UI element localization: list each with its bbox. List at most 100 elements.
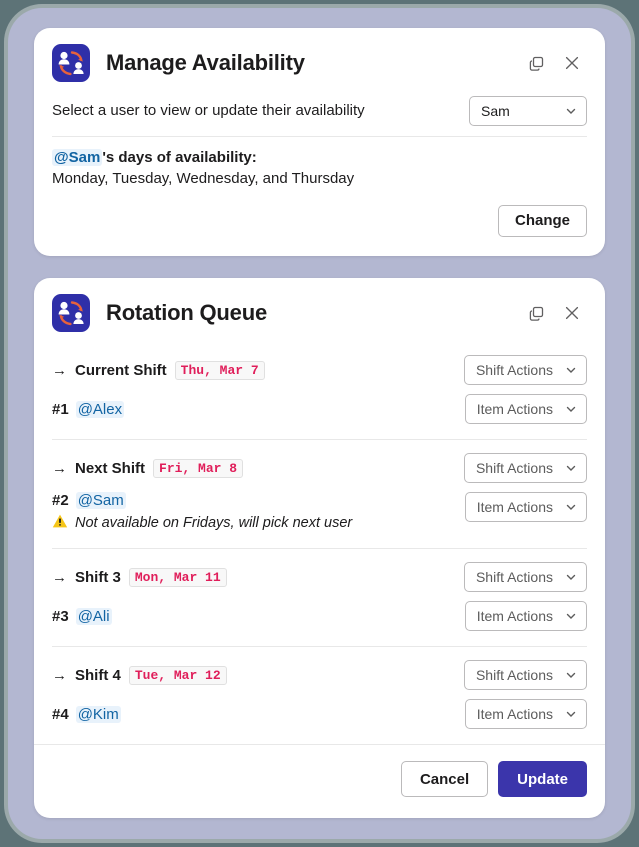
shift-actions-label: Shift Actions — [475, 460, 553, 476]
item-actions-label: Item Actions — [476, 401, 553, 417]
change-button[interactable]: Change — [497, 204, 587, 237]
shift-name: Next Shift — [75, 459, 146, 477]
copy-icon[interactable] — [525, 302, 547, 324]
chevron-down-icon — [565, 403, 577, 415]
queue-item: #2 @Sam — [52, 492, 352, 509]
manage-availability-dialog: Manage Availability Select a user to vie… — [34, 28, 605, 256]
shift-title: → Next Shift Fri, Mar 8 — [52, 458, 244, 478]
user-select[interactable]: Sam — [469, 96, 587, 126]
availability-warning-note: Not available on Fridays, will pick next… — [52, 513, 352, 533]
queue-item-user[interactable]: @Alex — [75, 400, 125, 418]
availability-summary-suffix: 's days of availability: — [102, 149, 257, 166]
queue-item-row: #1 @Alex Item Actions — [52, 394, 587, 424]
chevron-down-icon — [565, 105, 577, 117]
chevron-down-icon — [565, 571, 577, 583]
queue-item-user[interactable]: @Kim — [75, 705, 121, 723]
shift-block: → Shift 4 Tue, Mar 12 Shift Actions #4 @… — [52, 647, 587, 729]
arrow-right-icon: → — [52, 361, 67, 379]
availability-summary-line: @Sam's days of availability: — [52, 149, 587, 166]
shift-name: Shift 4 — [75, 666, 121, 684]
warning-icon — [52, 513, 68, 533]
warning-note-text: Not available on Fridays, will pick next… — [75, 515, 353, 531]
shift-block: → Current Shift Thu, Mar 7 Shift Actions… — [52, 342, 587, 440]
user-select-value: Sam — [481, 103, 510, 119]
shift-date-badge: Fri, Mar 8 — [153, 458, 244, 478]
rotation-app-icon — [52, 44, 90, 82]
shift-row: → Shift 3 Mon, Mar 11 Shift Actions — [52, 562, 587, 592]
shift-date-badge: Mon, Mar 11 — [128, 567, 227, 587]
item-actions-select[interactable]: Item Actions — [464, 601, 587, 631]
shift-title: → Shift 3 Mon, Mar 11 — [52, 567, 227, 587]
queue-item-row: #4 @Kim Item Actions — [52, 699, 587, 729]
queue-item-user[interactable]: @Sam — [75, 492, 126, 509]
availability-body: Select a user to view or update their av… — [34, 92, 605, 237]
arrow-right-icon: → — [52, 459, 67, 477]
page-title: Rotation Queue — [106, 299, 267, 325]
queue-item: #1 @Alex — [52, 400, 125, 418]
shift-row: → Current Shift Thu, Mar 7 Shift Actions — [52, 355, 587, 385]
update-button[interactable]: Update — [498, 761, 587, 797]
availability-days: Monday, Tuesday, Wednesday, and Thursday — [52, 170, 355, 187]
user-select-row: Select a user to view or update their av… — [52, 92, 587, 126]
rotation-app-icon — [52, 294, 90, 332]
select-user-prompt: Select a user to view or update their av… — [52, 102, 365, 120]
availability-header: Manage Availability — [34, 28, 605, 92]
item-actions-select[interactable]: Item Actions — [464, 699, 587, 729]
shift-date-badge: Thu, Mar 7 — [174, 360, 265, 380]
queue-item-user[interactable]: @Ali — [75, 607, 112, 625]
page-title: Manage Availability — [106, 49, 305, 75]
chevron-down-icon — [565, 364, 577, 376]
shift-name: Shift 3 — [75, 568, 121, 586]
queue-item: #4 @Kim — [52, 705, 121, 723]
close-icon[interactable] — [561, 52, 583, 74]
item-actions-select[interactable]: Item Actions — [464, 394, 587, 424]
rotation-header-actions — [525, 302, 583, 324]
chevron-down-icon — [565, 610, 577, 622]
shift-actions-select[interactable]: Shift Actions — [463, 453, 587, 483]
page-frame: Manage Availability Select a user to vie… — [8, 8, 631, 839]
shift-name: Current Shift — [75, 361, 167, 379]
chevron-down-icon — [565, 708, 577, 720]
availability-header-actions — [525, 52, 583, 74]
queue-item-number: #2 — [52, 492, 69, 509]
queue-item-row: #3 @Ali Item Actions — [52, 601, 587, 631]
arrow-right-icon: → — [52, 568, 67, 586]
shift-title: → Current Shift Thu, Mar 7 — [52, 360, 265, 380]
arrow-right-icon: → — [52, 666, 67, 684]
cancel-button[interactable]: Cancel — [400, 761, 489, 797]
chevron-down-icon — [565, 462, 577, 474]
queue-item-number: #4 — [52, 705, 69, 723]
shift-actions-label: Shift Actions — [475, 667, 553, 683]
rotation-body: → Current Shift Thu, Mar 7 Shift Actions… — [34, 342, 605, 729]
queue-item-with-note: #2 @Sam Not available on Fridays, will p… — [52, 492, 352, 533]
shift-block: → Next Shift Fri, Mar 8 Shift Actions #2… — [52, 440, 587, 549]
queue-item-number: #3 — [52, 607, 69, 625]
shift-actions-select[interactable]: Shift Actions — [463, 355, 587, 385]
queue-item-row: #2 @Sam Not available on Fridays, will p… — [52, 492, 587, 533]
availability-summary: @Sam's days of availability: Monday, Tue… — [52, 137, 587, 190]
shift-title: → Shift 4 Tue, Mar 12 — [52, 665, 227, 685]
shift-actions-select[interactable]: Shift Actions — [463, 660, 587, 690]
item-actions-label: Item Actions — [476, 608, 553, 624]
shift-actions-label: Shift Actions — [475, 569, 553, 585]
shift-actions-label: Shift Actions — [475, 362, 553, 378]
item-actions-label: Item Actions — [476, 499, 553, 515]
item-actions-label: Item Actions — [476, 706, 553, 722]
rotation-header: Rotation Queue — [34, 278, 605, 342]
rotation-queue-dialog: Rotation Queue → Current Shift Thu, Mar … — [34, 278, 605, 818]
shift-actions-select[interactable]: Shift Actions — [463, 562, 587, 592]
queue-item: #3 @Ali — [52, 607, 112, 625]
item-actions-select[interactable]: Item Actions — [464, 492, 587, 522]
shift-block: → Shift 3 Mon, Mar 11 Shift Actions #3 @… — [52, 549, 587, 647]
chevron-down-icon — [565, 669, 577, 681]
shift-date-badge: Tue, Mar 12 — [128, 665, 227, 685]
change-row: Change — [52, 204, 587, 237]
rotation-footer: Cancel Update — [34, 744, 605, 813]
mention-sam[interactable]: @Sam — [52, 149, 103, 166]
queue-item-number: #1 — [52, 400, 69, 418]
shift-row: → Shift 4 Tue, Mar 12 Shift Actions — [52, 660, 587, 690]
shift-row: → Next Shift Fri, Mar 8 Shift Actions — [52, 453, 587, 483]
close-icon[interactable] — [561, 302, 583, 324]
copy-icon[interactable] — [525, 52, 547, 74]
chevron-down-icon — [565, 501, 577, 513]
